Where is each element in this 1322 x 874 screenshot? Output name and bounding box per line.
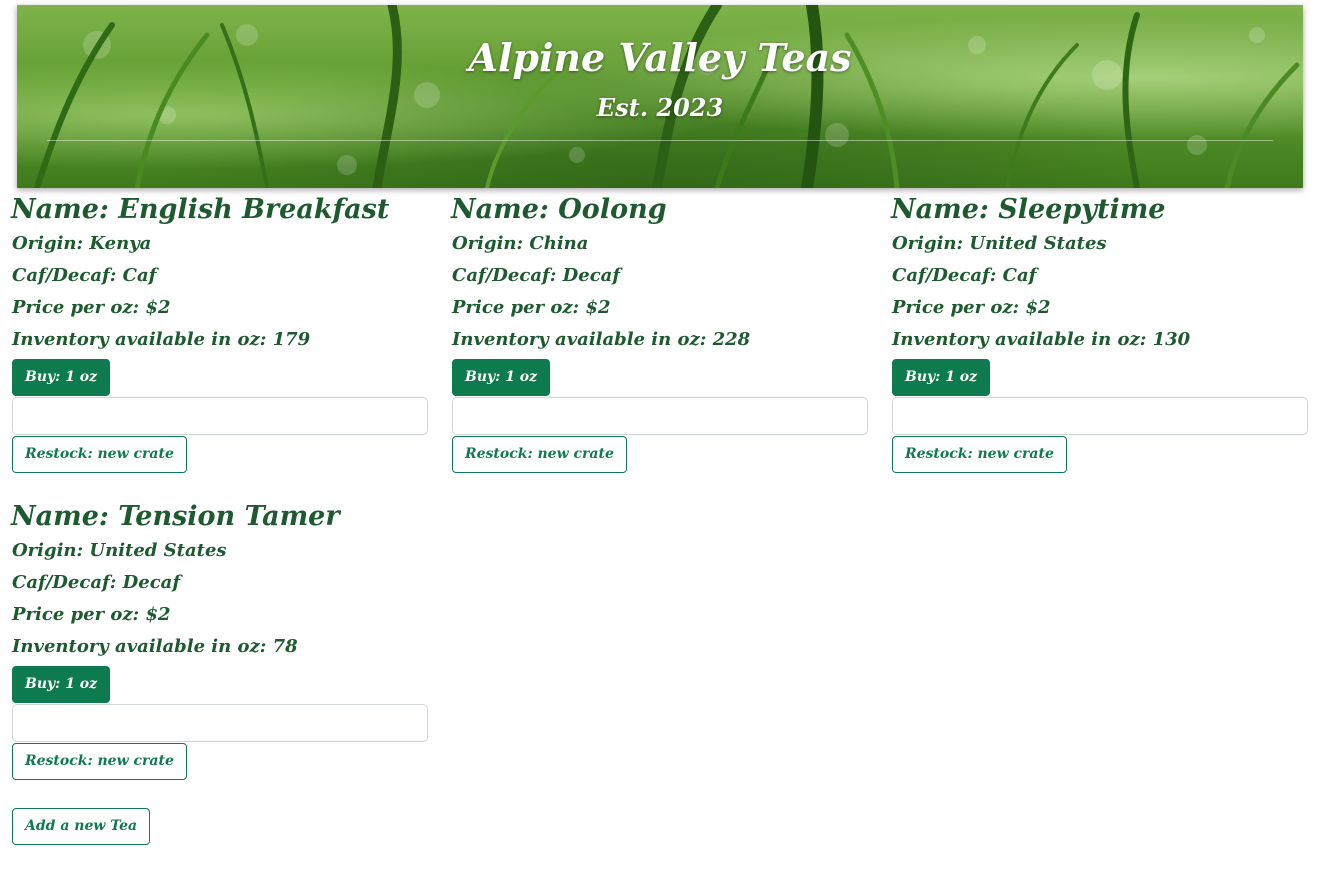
tea-origin: Origin: United States bbox=[892, 233, 1107, 254]
restock-button[interactable]: Restock: new crate bbox=[12, 743, 187, 780]
tea-origin: Origin: China bbox=[452, 233, 589, 254]
tea-origin: Origin: United States bbox=[12, 540, 227, 561]
tea-caffeine: Caf/Decaf: Caf bbox=[12, 265, 157, 286]
restock-button[interactable]: Restock: new crate bbox=[12, 436, 187, 473]
tea-price: Price per oz: $2 bbox=[452, 297, 611, 318]
tea-price: Price per oz: $2 bbox=[12, 604, 171, 625]
site-subtitle: Est. 2023 bbox=[596, 93, 724, 122]
buy-button[interactable]: Buy: 1 oz bbox=[452, 359, 551, 396]
tea-price: Price per oz: $2 bbox=[12, 297, 171, 318]
restock-quantity-input[interactable] bbox=[12, 704, 428, 742]
restock-button[interactable]: Restock: new crate bbox=[452, 436, 627, 473]
tea-caffeine: Caf/Decaf: Caf bbox=[892, 265, 1037, 286]
site-title: Alpine Valley Teas bbox=[468, 35, 852, 80]
tea-name: Name: Tension Tamer bbox=[11, 501, 340, 532]
tea-inventory: Inventory available in oz: 179 bbox=[12, 329, 311, 350]
buy-button[interactable]: Buy: 1 oz bbox=[12, 359, 111, 396]
tea-card: Name: Sleepytime Origin: United States C… bbox=[891, 192, 1312, 473]
tea-inventory: Inventory available in oz: 78 bbox=[12, 636, 298, 657]
restock-button[interactable]: Restock: new crate bbox=[892, 436, 1067, 473]
header-divider bbox=[47, 140, 1273, 141]
tea-name: Name: English Breakfast bbox=[11, 194, 390, 225]
tea-card: Name: Tension Tamer Origin: United State… bbox=[11, 499, 432, 780]
restock-quantity-input[interactable] bbox=[452, 397, 868, 435]
restock-quantity-input[interactable] bbox=[892, 397, 1308, 435]
add-tea-button[interactable]: Add a new Tea bbox=[12, 808, 151, 845]
tea-origin: Origin: Kenya bbox=[12, 233, 152, 254]
tea-caffeine: Caf/Decaf: Decaf bbox=[12, 572, 181, 593]
tea-caffeine: Caf/Decaf: Decaf bbox=[452, 265, 621, 286]
tea-price: Price per oz: $2 bbox=[892, 297, 1051, 318]
tea-name: Name: Sleepytime bbox=[891, 194, 1166, 225]
buy-button[interactable]: Buy: 1 oz bbox=[12, 666, 111, 703]
tea-inventory: Inventory available in oz: 130 bbox=[892, 329, 1191, 350]
buy-button[interactable]: Buy: 1 oz bbox=[892, 359, 991, 396]
tea-card: Name: Oolong Origin: China Caf/Decaf: De… bbox=[451, 192, 872, 473]
tea-name: Name: Oolong bbox=[451, 194, 667, 225]
tea-inventory: Inventory available in oz: 228 bbox=[452, 329, 751, 350]
header-banner: Alpine Valley Teas Est. 2023 bbox=[17, 5, 1303, 188]
tea-card: Name: English Breakfast Origin: Kenya Ca… bbox=[11, 192, 432, 473]
restock-quantity-input[interactable] bbox=[12, 397, 428, 435]
